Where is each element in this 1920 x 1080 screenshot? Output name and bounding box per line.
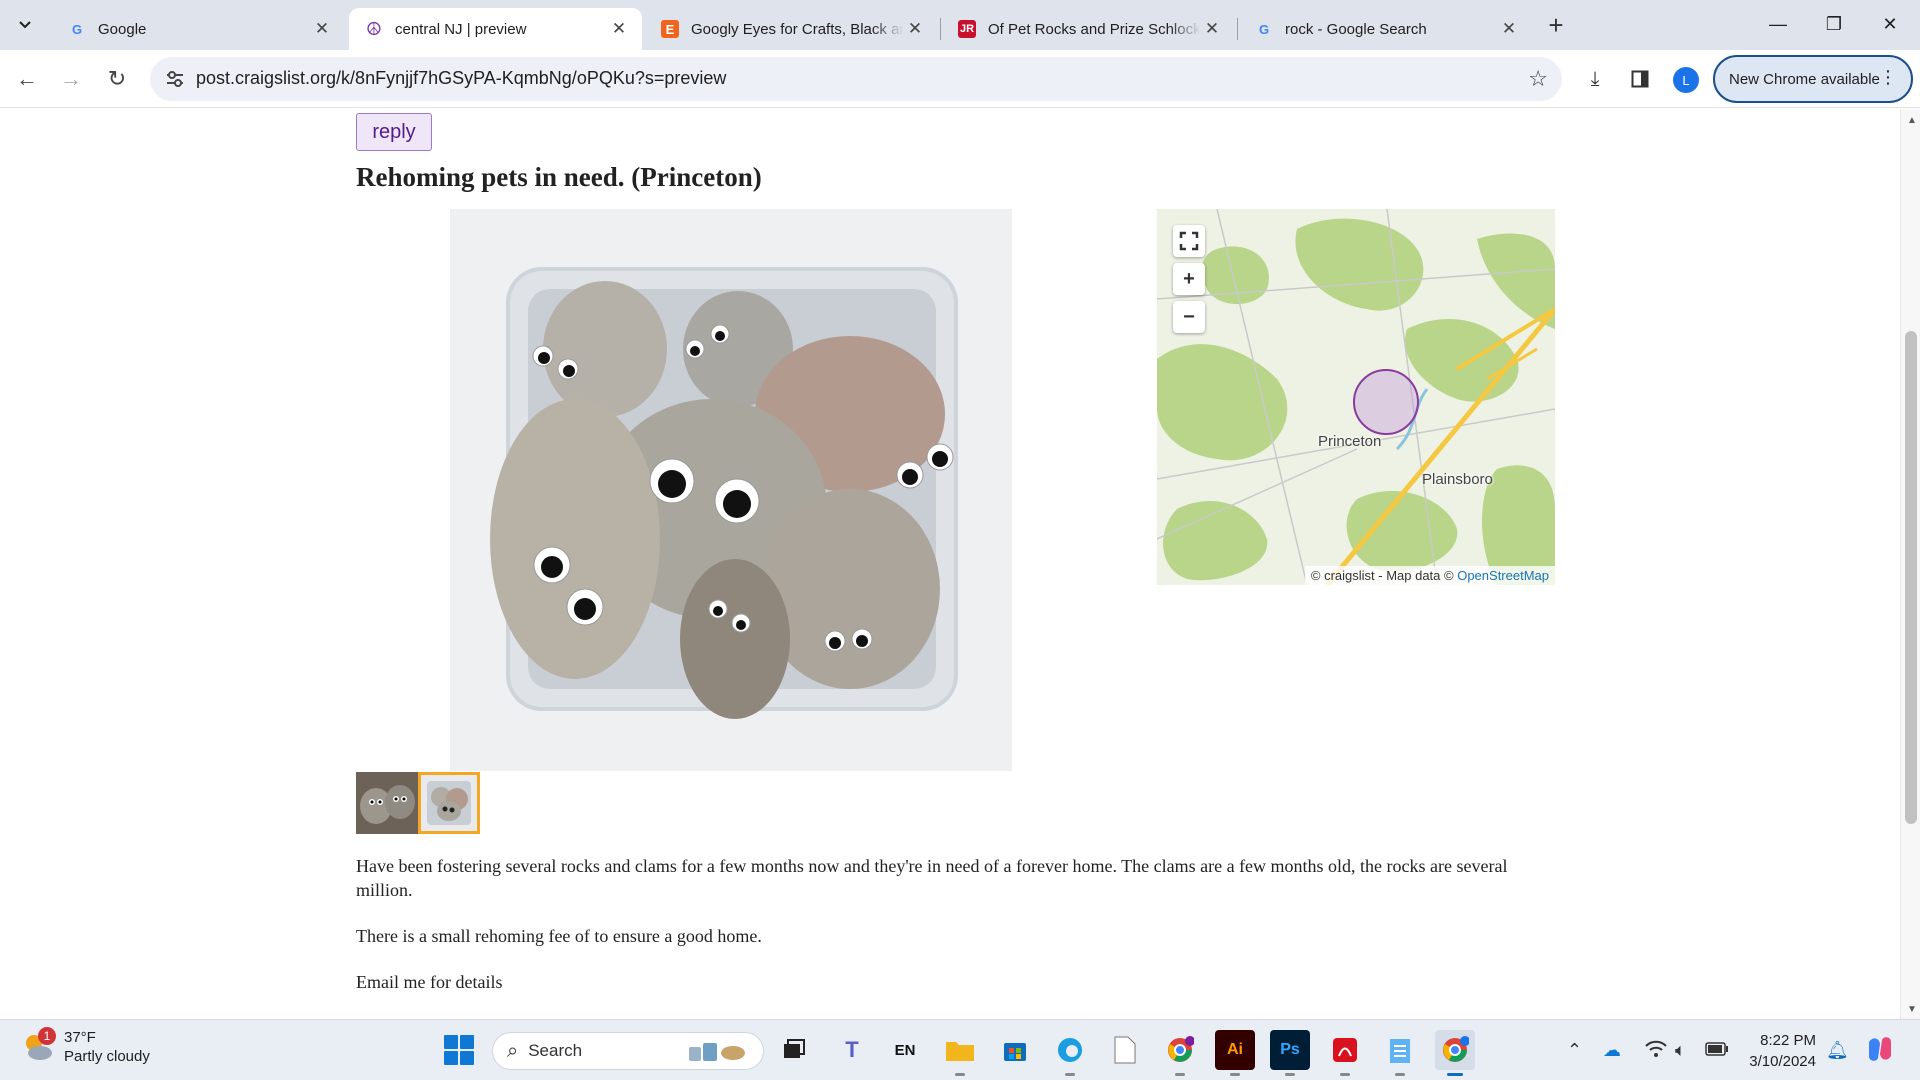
tab-googly-eyes[interactable]: E Googly Eyes for Crafts, Black an ✕ (645, 8, 938, 50)
taskbar-search-box[interactable]: ⌕ Search (492, 1032, 764, 1070)
tab-rock-search[interactable]: G rock - Google Search ✕ (1239, 8, 1532, 50)
address-bar[interactable]: post.craigslist.org/k/8nFynjjf7hGSyPA-Kq… (150, 57, 1562, 101)
notification-bell-icon[interactable]: 🔔︎ (1826, 1040, 1849, 1061)
minimize-icon[interactable]: — (1750, 0, 1806, 48)
reload-icon[interactable]: ↻ (98, 60, 136, 98)
system-clock[interactable]: 8:22 PM 3/10/2024 (1740, 1030, 1816, 1072)
location-map[interactable]: + − Princeton Plainsboro © craigslist - … (1157, 209, 1555, 585)
tab-title: Googly Eyes for Crafts, Black an (691, 20, 904, 38)
close-icon[interactable]: ✕ (1201, 18, 1223, 40)
tab-central-nj-preview[interactable]: ☮ central NJ | preview ✕ (349, 8, 642, 50)
notepad-icon[interactable] (1380, 1030, 1420, 1076)
tab-separator (940, 18, 941, 40)
wifi-icon[interactable] (1645, 1040, 1667, 1063)
windows-taskbar: 1 37°F Partly cloudy ⌕ Search T EN Ai Ps… (0, 1019, 1920, 1080)
back-icon[interactable]: ← (8, 60, 46, 98)
onedrive-icon[interactable]: ☁ (1603, 1040, 1621, 1061)
microsoft-store-icon[interactable] (995, 1030, 1035, 1070)
tab-title: rock - Google Search (1285, 20, 1427, 38)
zoom-out-icon[interactable]: − (1173, 301, 1205, 333)
scroll-down-icon[interactable]: ▼ (1907, 1004, 1917, 1015)
close-icon[interactable]: ✕ (1498, 18, 1520, 40)
zoom-in-icon[interactable]: + (1173, 263, 1205, 295)
peace-icon: ☮ (365, 18, 383, 39)
download-icon[interactable]: ⤓ (1578, 62, 1612, 96)
tab-pet-rocks[interactable]: JR Of Pet Rocks and Prize Schlock ✕ (942, 8, 1235, 50)
illustrator-icon[interactable]: Ai (1215, 1030, 1255, 1076)
blank-file-icon[interactable] (1105, 1030, 1145, 1070)
restore-icon[interactable]: ❐ (1806, 0, 1862, 48)
close-icon[interactable]: ✕ (311, 18, 333, 40)
search-highlight-icon (687, 1039, 749, 1070)
fullscreen-icon[interactable] (1173, 225, 1205, 257)
windows-start-icon[interactable] (444, 1035, 474, 1065)
copilot-icon[interactable] (1865, 1034, 1895, 1069)
tab-separator (1237, 18, 1238, 40)
tab-title: Google (98, 20, 147, 38)
tab-search-icon[interactable] (8, 8, 42, 42)
etsy-icon: E (661, 20, 679, 38)
site-info-icon[interactable] (164, 68, 186, 90)
close-icon[interactable]: ✕ (904, 18, 926, 40)
weather-temperature: 37°F (64, 1029, 96, 1046)
tab-google[interactable]: G Google ✕ (52, 8, 345, 50)
profile-avatar[interactable]: L (1673, 67, 1699, 93)
update-chrome-button[interactable]: New Chrome available ⋮ (1713, 55, 1913, 103)
url-text[interactable]: post.craigslist.org/k/8nFynjjf7hGSyPA-Kq… (196, 68, 726, 89)
new-tab-icon[interactable]: + (1541, 10, 1571, 40)
tab-title: Of Pet Rocks and Prize Schlock (988, 20, 1201, 38)
jr-icon: JR (958, 20, 976, 38)
tab-strip: G Google ✕ ☮ central NJ | preview ✕ E Go… (0, 0, 1920, 50)
google-icon: G (1258, 21, 1270, 37)
volume-icon[interactable]: 🔈︎ (1675, 1040, 1686, 1061)
forward-icon[interactable]: → (52, 60, 90, 98)
chrome-profile-j-icon[interactable] (1160, 1030, 1200, 1076)
scrollbar-thumb[interactable] (1905, 331, 1917, 824)
acrobat-icon[interactable] (1325, 1030, 1365, 1076)
file-explorer-icon[interactable] (940, 1030, 980, 1076)
more-menu-icon[interactable]: ⋮ (1879, 67, 1897, 88)
teams-icon[interactable]: T (832, 1030, 872, 1070)
post-body-paragraph-1: Have been fostering several rocks and cl… (356, 856, 1508, 900)
side-panel-icon[interactable] (1623, 62, 1657, 96)
language-indicator[interactable]: EN (885, 1030, 925, 1070)
post-body-paragraph-3: Email me for details (356, 972, 503, 992)
battery-icon[interactable] (1705, 1040, 1729, 1061)
clock-date: 3/10/2024 (1749, 1053, 1816, 1070)
weather-badge: 1 (38, 1027, 56, 1045)
google-icon: G (71, 21, 83, 37)
taskbar-search-placeholder: Search (528, 1041, 583, 1060)
chrome-profile-l-icon[interactable] (1435, 1030, 1475, 1076)
close-icon[interactable]: ✕ (608, 18, 630, 40)
bookmark-star-icon[interactable]: ☆ (1528, 66, 1548, 92)
partly-cloudy-icon: 1 (20, 1027, 56, 1065)
map-label-princeton: Princeton (1318, 433, 1382, 450)
main-post-image[interactable] (450, 209, 1012, 771)
chevron-up-icon[interactable]: ⌃ (1567, 1040, 1582, 1061)
browser-toolbar: ← → ↻ post.craigslist.org/k/8nFynjjf7hGS… (0, 50, 1920, 108)
reply-button[interactable]: reply (356, 113, 432, 151)
thumbnail-2-selected[interactable] (418, 772, 480, 834)
openstreetmap-link[interactable]: OpenStreetMap (1457, 568, 1549, 583)
search-icon: ⌕ (507, 1039, 519, 1062)
task-view-icon[interactable] (774, 1030, 814, 1070)
page-scrollbar[interactable]: ▲ ▼ (1900, 109, 1920, 1019)
photoshop-icon[interactable]: Ps (1270, 1030, 1310, 1076)
map-attribution-text: © craigslist - Map data © (1310, 568, 1454, 583)
page-viewport: reply Rehoming pets in need. (Princeton) (0, 109, 1900, 1019)
edge-icon[interactable] (1050, 1030, 1090, 1076)
update-chrome-label: New Chrome available (1729, 70, 1880, 88)
tab-title: central NJ | preview (395, 20, 527, 38)
thumbnail-1[interactable] (356, 772, 418, 834)
post-body-paragraph-2: There is a small rehoming fee of to ensu… (356, 926, 762, 946)
map-label-plainsboro: Plainsboro (1422, 471, 1493, 488)
weather-description: Partly cloudy (64, 1048, 150, 1065)
weather-widget[interactable]: 1 37°F Partly cloudy (20, 1027, 150, 1066)
scroll-up-icon[interactable]: ▲ (1907, 115, 1917, 126)
clock-time: 8:22 PM (1760, 1032, 1816, 1049)
post-title: Rehoming pets in need. (Princeton) (356, 162, 762, 192)
map-attribution: © craigslist - Map data © OpenStreetMap (1304, 566, 1555, 585)
window-close-icon[interactable]: ✕ (1862, 0, 1918, 48)
